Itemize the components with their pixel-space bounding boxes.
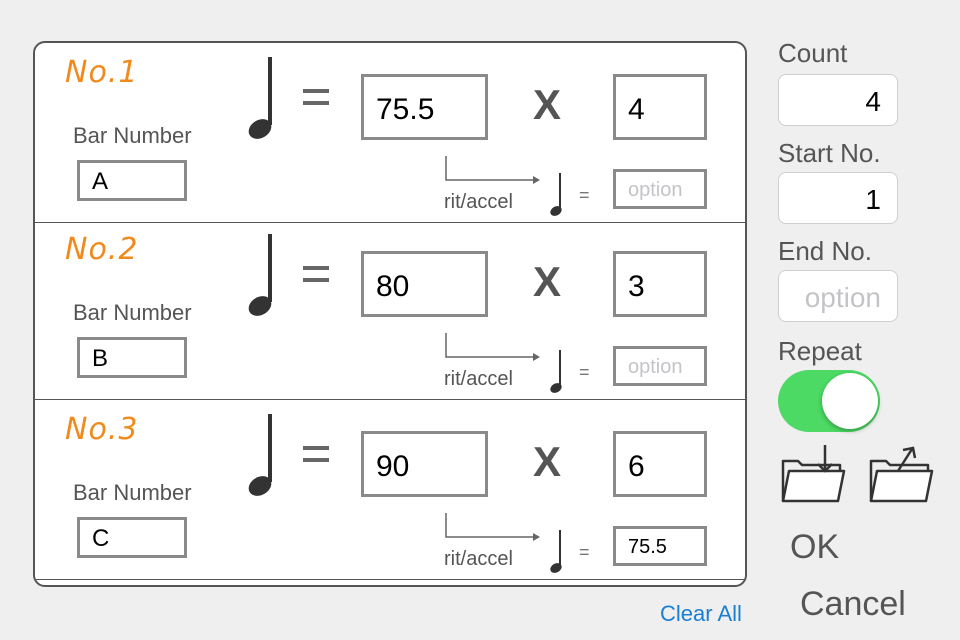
start-no-label: Start No.	[778, 138, 881, 168]
equals-icon	[303, 266, 329, 286]
quarter-note-icon	[248, 57, 272, 139]
count-input[interactable]: 4	[778, 74, 898, 126]
tempo-sections-panel: No.1 Bar Number A 75.5 X 4 rit/accel = o…	[33, 41, 747, 587]
toggle-knob	[822, 373, 878, 429]
bar-number-input[interactable]: C	[77, 517, 187, 558]
rit-accel-label: rit/accel	[444, 191, 513, 213]
equals-icon	[303, 446, 329, 466]
tempo-input[interactable]: 75.5	[361, 74, 488, 140]
bar-number-label: Bar Number	[73, 300, 192, 325]
ok-button[interactable]: OK	[790, 528, 839, 567]
bar-number-input[interactable]: B	[77, 337, 187, 378]
multiply-icon: X	[533, 81, 562, 128]
tempo-section-row: No.1 Bar Number A 75.5 X 4 rit/accel = o…	[35, 43, 745, 223]
bar-count-input[interactable]: 3	[613, 251, 707, 317]
clear-all-link[interactable]: Clear All	[660, 601, 742, 627]
quarter-note-small-icon	[550, 350, 562, 393]
tempo-input[interactable]: 80	[361, 251, 488, 317]
tempo-input[interactable]: 90	[361, 431, 488, 497]
quarter-note-small-icon	[550, 530, 562, 573]
equals-icon	[303, 89, 329, 109]
rit-accel-label: rit/accel	[444, 548, 513, 570]
multiply-icon: X	[533, 438, 562, 485]
start-no-input[interactable]: 1	[778, 172, 898, 224]
equals-small-icon: =	[579, 185, 590, 205]
quarter-note-icon	[248, 234, 272, 316]
rit-accel-label: rit/accel	[444, 368, 513, 390]
section-number-label: No.2	[65, 232, 139, 267]
rit-accel-arrow-icon	[445, 156, 540, 184]
folder-download-icon[interactable]	[780, 443, 846, 505]
bar-number-label: Bar Number	[73, 480, 192, 505]
rit-accel-arrow-icon	[445, 333, 540, 361]
rit-accel-arrow-icon	[445, 513, 540, 541]
count-label: Count	[778, 38, 848, 68]
end-no-input[interactable]: option	[778, 270, 898, 322]
cancel-button[interactable]: Cancel	[800, 585, 906, 624]
rit-tempo-input[interactable]: 75.5	[613, 526, 707, 566]
section-number-label: No.3	[65, 412, 139, 447]
bar-count-input[interactable]: 6	[613, 431, 707, 497]
rit-tempo-input[interactable]: option	[613, 346, 707, 386]
bar-number-label: Bar Number	[73, 123, 192, 148]
equals-small-icon: =	[579, 542, 590, 562]
equals-small-icon: =	[579, 362, 590, 382]
repeat-label: Repeat	[778, 336, 862, 366]
bar-number-input[interactable]: A	[77, 160, 187, 201]
bar-count-input[interactable]: 4	[613, 74, 707, 140]
tempo-section-row: No.2 Bar Number B 80 X 3 rit/accel = opt…	[35, 220, 745, 400]
section-number-label: No.1	[65, 55, 139, 90]
end-no-label: End No.	[778, 236, 872, 266]
folder-export-icon[interactable]	[868, 443, 934, 505]
rit-tempo-input[interactable]: option	[613, 169, 707, 209]
repeat-toggle[interactable]	[778, 370, 880, 432]
tempo-section-row: No.3 Bar Number C 90 X 6 rit/accel = 75.…	[35, 400, 745, 580]
quarter-note-small-icon	[550, 173, 562, 216]
tempo-section-row-partial	[35, 580, 745, 585]
quarter-note-icon	[248, 414, 272, 496]
multiply-icon: X	[533, 258, 562, 305]
